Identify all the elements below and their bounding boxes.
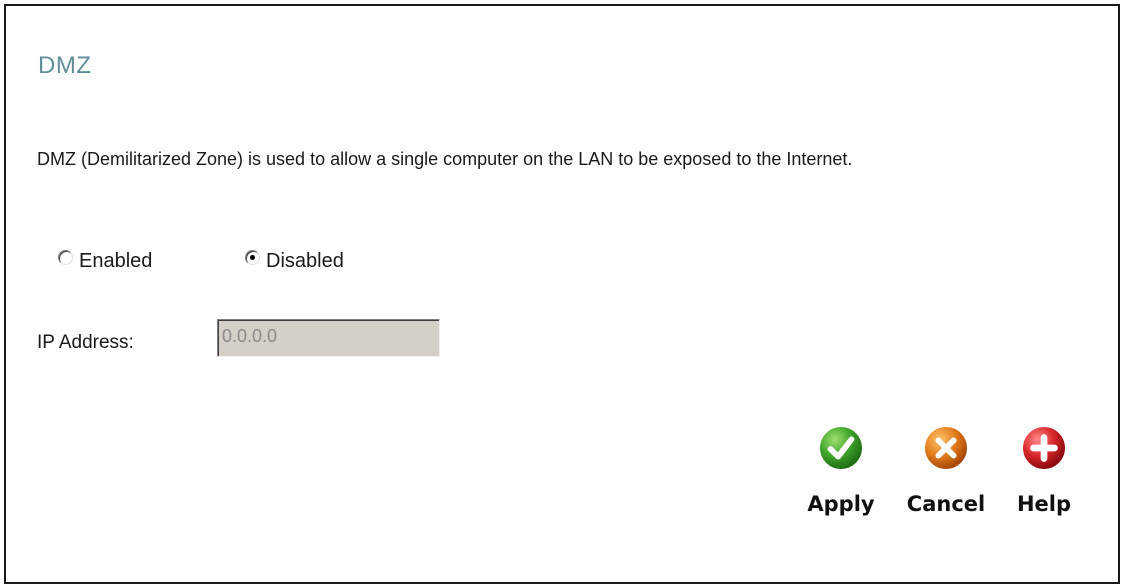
ip-address-label: IP Address:: [37, 332, 134, 353]
enabled-radio-button[interactable]: [58, 250, 73, 265]
disabled-radio-option[interactable]: Disabled: [245, 250, 344, 273]
help-button[interactable]: Help: [1008, 424, 1080, 516]
apply-button[interactable]: Apply: [798, 424, 884, 516]
help-label: Help: [1016, 492, 1072, 516]
plus-icon[interactable]: [1022, 426, 1066, 470]
enabled-radio-label: Enabled: [79, 250, 153, 272]
cancel-label: Cancel: [906, 492, 986, 516]
cancel-button[interactable]: Cancel: [899, 424, 993, 516]
x-icon[interactable]: [924, 426, 968, 470]
checkmark-icon[interactable]: [819, 426, 863, 470]
enabled-radio-option[interactable]: Enabled: [58, 250, 152, 273]
disabled-radio-button[interactable]: [245, 250, 260, 265]
disabled-radio-label: Disabled: [266, 250, 344, 272]
page-description: DMZ (Demilitarized Zone) is used to allo…: [37, 149, 853, 169]
page-title: DMZ: [38, 52, 92, 79]
ip-address-field[interactable]: 0.0.0.0: [217, 319, 440, 357]
dmz-panel: DMZ DMZ (Demilitarized Zone) is used to …: [4, 4, 1120, 584]
apply-label: Apply: [807, 492, 875, 516]
